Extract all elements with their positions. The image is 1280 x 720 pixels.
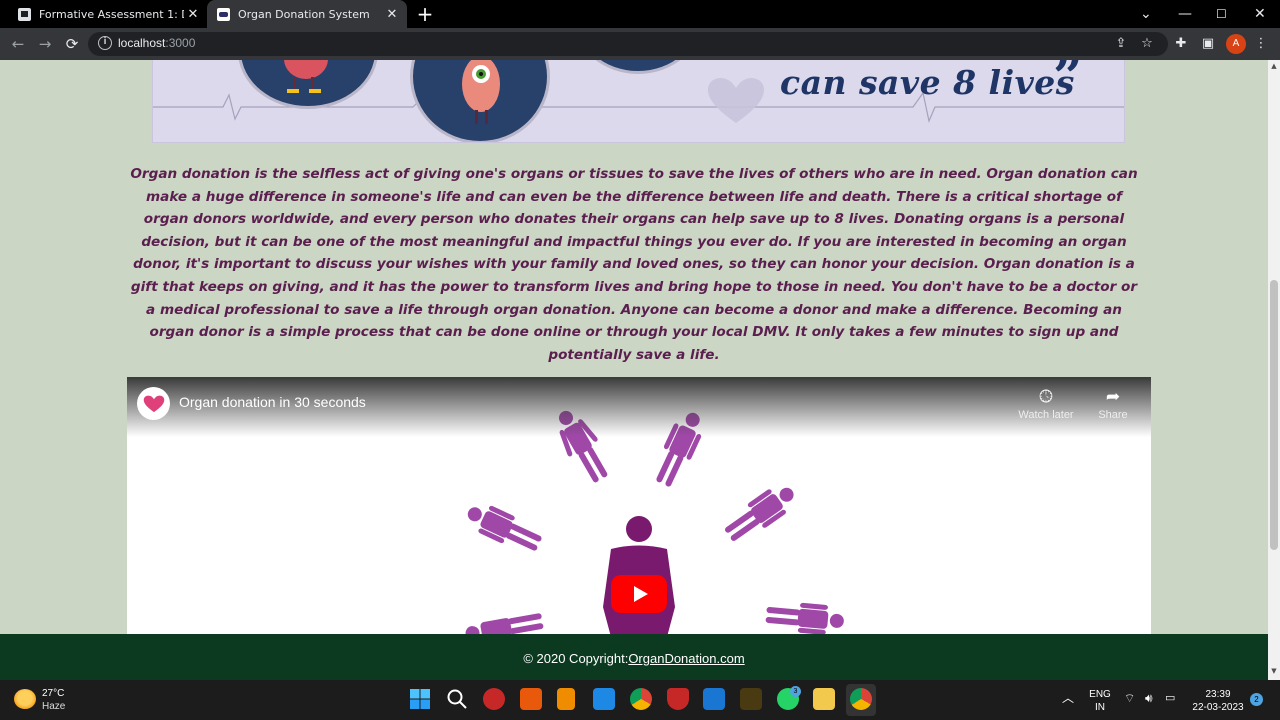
date-text: 22-03-2023 — [1192, 702, 1244, 713]
page-footer: © 2020 Copyright:OrganDonation.com — [0, 634, 1268, 680]
share-icon[interactable]: ⇪ — [1112, 35, 1130, 53]
organ-character-image — [238, 60, 378, 109]
watch-later-label: Watch later — [1018, 409, 1074, 421]
windows-start-icon[interactable] — [409, 688, 431, 710]
temperature: 27°C — [42, 688, 65, 699]
minimize-button[interactable]: — — [1178, 0, 1192, 28]
close-window-button[interactable]: ✕ — [1254, 0, 1266, 28]
tab-organ-donation[interactable]: Organ Donation System ✕ — [207, 0, 407, 28]
banner-slogan: can save 8 lives — [780, 63, 1075, 102]
tab-search-chevron-icon[interactable]: ⌄ — [1140, 0, 1152, 28]
clock-icon: 🕓︎ — [1039, 387, 1053, 406]
hero-banner-image: can save 8 lives ” — [152, 60, 1125, 143]
notification-badge[interactable]: 2 — [1250, 693, 1263, 706]
tab-title: Formative Assessment 1: Design — [39, 7, 184, 21]
heart-graphic — [708, 78, 764, 123]
wifi-icon[interactable]: ⌔ — [1124, 692, 1135, 705]
windows-taskbar: 27°C Haze 3 ︿ ENG IN ⌔ 🔊︎ ▭ 23:39 22-03-… — [0, 680, 1280, 720]
tab-strip: Formative Assessment 1: Design ✕ Organ D… — [0, 0, 1280, 28]
organ-donation-description: Organ donation is the selfless act of gi… — [130, 166, 1138, 363]
share-arrow-icon: ➦ — [1105, 387, 1121, 406]
back-arrow-icon[interactable]: ← — [8, 34, 28, 54]
clock[interactable]: 23:39 22-03-2023 — [1190, 688, 1246, 714]
page-scrollbar[interactable]: ▲ ▼ — [1268, 60, 1280, 680]
extensions-puzzle-icon[interactable]: ✚ — [1172, 35, 1190, 53]
play-button[interactable] — [611, 575, 667, 613]
footer-site-link[interactable]: OrganDonation.com — [628, 651, 744, 666]
forward-arrow-icon[interactable]: → — [35, 34, 55, 54]
url-text: localhost:3000 — [118, 36, 196, 50]
address-bar[interactable]: i localhost:3000 ⇪ ☆ — [88, 32, 1168, 56]
page-content: can save 8 lives ” Organ donation is the… — [0, 60, 1268, 680]
scroll-up-arrow-icon[interactable]: ▲ — [1268, 62, 1280, 70]
volume-icon[interactable]: 🔊︎ — [1145, 692, 1153, 705]
solidworks-app-icon[interactable] — [483, 688, 505, 710]
share-button[interactable]: ➦ Share — [1085, 387, 1141, 421]
language-code: ENG — [1089, 689, 1111, 700]
close-tab-icon[interactable]: ✕ — [184, 7, 202, 22]
chrome-app-icon[interactable] — [630, 688, 652, 710]
watch-later-button[interactable]: 🕓︎ Watch later — [1018, 387, 1074, 421]
side-panel-icon[interactable]: ▣ — [1199, 35, 1217, 53]
tab-formative-assessment[interactable]: Formative Assessment 1: Design ✕ — [8, 0, 208, 28]
show-hidden-icons-chevron-icon[interactable]: ︿ — [1062, 692, 1074, 705]
search-icon[interactable] — [446, 688, 468, 710]
tab-favicon-icon — [18, 7, 31, 21]
time-text: 23:39 — [1205, 689, 1231, 700]
scroll-down-arrow-icon[interactable]: ▼ — [1268, 667, 1280, 675]
copyright-text: © 2020 Copyright: — [523, 651, 629, 666]
profile-avatar[interactable]: A — [1226, 34, 1246, 54]
closing-quote-mark: ” — [1053, 60, 1083, 108]
language-indicator[interactable]: ENG IN — [1088, 688, 1112, 714]
menu-kebab-icon[interactable]: ⋮ — [1252, 35, 1270, 53]
tab-favicon-icon — [217, 7, 230, 21]
weather-condition: Haze — [42, 701, 66, 712]
channel-logo-icon[interactable] — [137, 387, 170, 420]
weather-sun-icon — [14, 689, 36, 709]
organ-character-image — [410, 60, 550, 142]
mcafee-app-icon[interactable] — [667, 688, 689, 710]
f-app-icon[interactable] — [520, 688, 542, 710]
organ-character-image — [573, 60, 703, 74]
region-code: IN — [1095, 702, 1105, 713]
maximize-button[interactable]: ☐ — [1216, 0, 1227, 28]
video-title[interactable]: Organ donation in 30 seconds — [179, 394, 366, 410]
whatsapp-badge: 3 — [790, 686, 801, 697]
share-label: Share — [1098, 409, 1128, 421]
file-explorer-icon[interactable] — [813, 688, 835, 710]
desktop-app-icon[interactable] — [593, 688, 615, 710]
tab-title: Organ Donation System — [238, 7, 370, 21]
new-tab-button[interactable]: + — [414, 3, 436, 25]
chrome-active-app-icon[interactable] — [850, 688, 872, 710]
toolbar: ← → ⟳ i localhost:3000 ⇪ ☆ ✚ ▣ ⋮ — [0, 28, 1280, 60]
youtube-video-embed[interactable]: Organ donation in 30 seconds 🕓︎ Watch la… — [127, 377, 1151, 637]
battery-icon[interactable]: ▭ — [1165, 692, 1175, 705]
wb-app-icon[interactable] — [740, 688, 762, 710]
i-app-icon[interactable] — [557, 688, 575, 710]
vscode-app-icon[interactable] — [703, 688, 725, 710]
scrollbar-thumb[interactable] — [1270, 280, 1278, 550]
site-info-icon[interactable]: i — [98, 36, 112, 50]
reload-icon[interactable]: ⟳ — [62, 34, 82, 54]
close-tab-icon[interactable]: ✕ — [383, 7, 401, 22]
bookmark-star-icon[interactable]: ☆ — [1138, 35, 1156, 53]
